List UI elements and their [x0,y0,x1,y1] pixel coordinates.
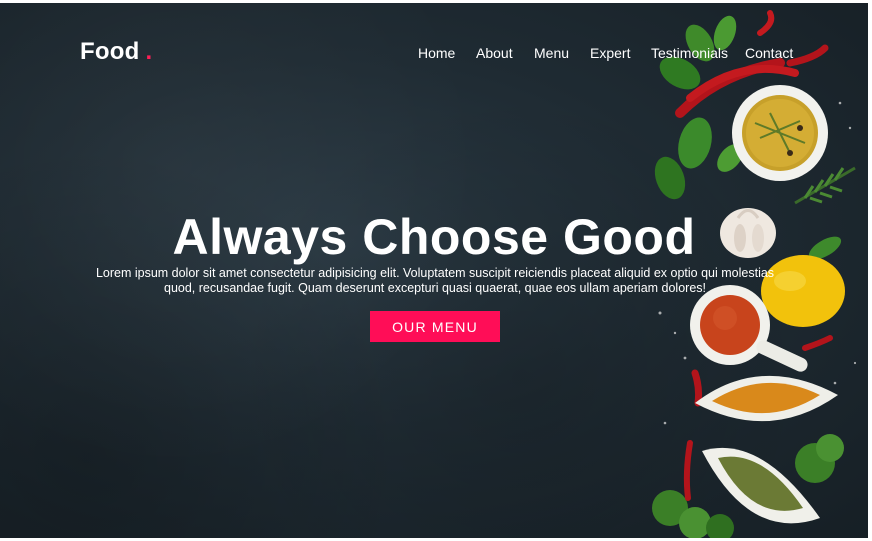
oil-bowl [732,85,828,181]
hero-title: Always Choose Good [172,209,696,265]
nav-link-home[interactable]: Home [418,45,455,61]
basil-leaves [654,15,743,200]
page: Food. Home About Menu Expert Testimonial… [0,0,872,541]
hero-description: Lorem ipsum dolor sit amet consectetur a… [95,266,775,295]
main-nav: Home About Menu Expert Testimonials Cont… [0,45,868,65]
nav-link-contact[interactable]: Contact [745,45,793,61]
nav-link-testimonials[interactable]: Testimonials [651,45,728,61]
page-edge [868,0,872,541]
hero-section: Food. Home About Menu Expert Testimonial… [0,3,868,538]
nav-link-menu[interactable]: Menu [534,45,569,61]
our-menu-button[interactable]: OUR MENU [370,311,500,342]
nav-link-expert[interactable]: Expert [590,45,630,61]
nav-link-about[interactable]: About [476,45,513,61]
turmeric-bowl [695,375,838,422]
